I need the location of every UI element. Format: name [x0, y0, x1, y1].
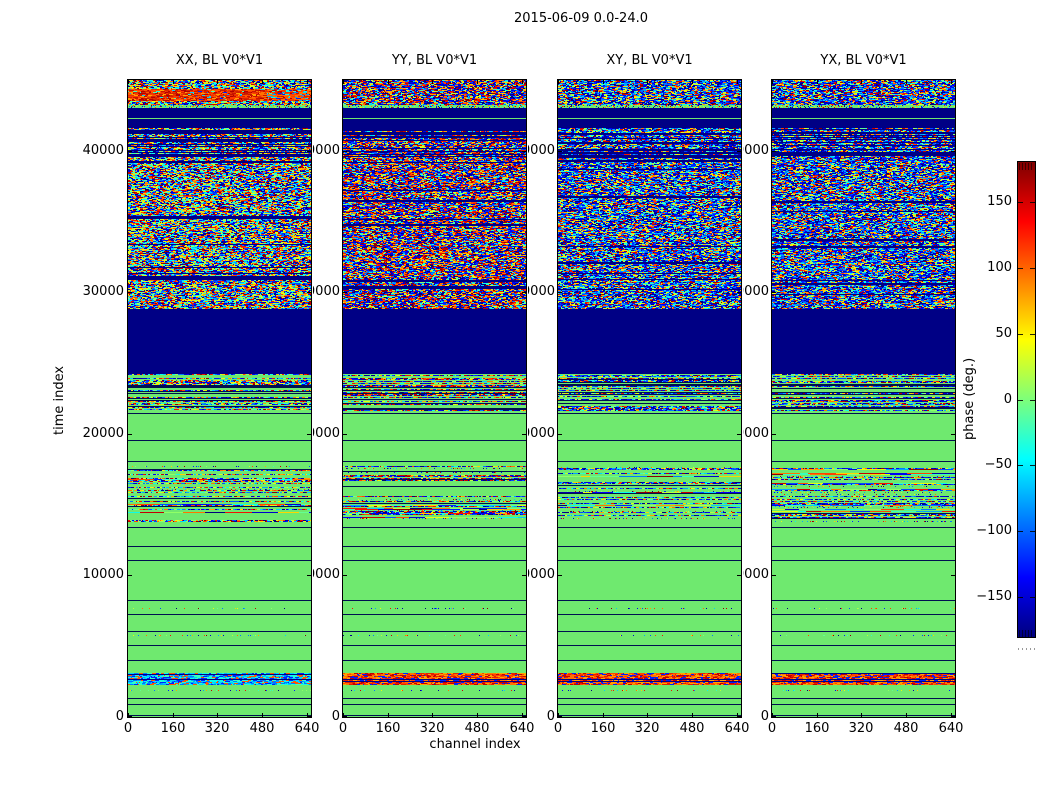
y-tick-label: 10000: [313, 567, 340, 583]
y-tick-label: 0: [760, 709, 769, 724]
colorbar-tick: [1030, 531, 1035, 532]
y-tick-label: 40000: [528, 142, 555, 158]
colorbar-tick: [1018, 465, 1023, 466]
panel-title: YX, BL V0*V1: [820, 53, 907, 68]
colorbar-tick: [1030, 400, 1035, 401]
y-tick-label: 30000: [313, 284, 340, 300]
heatmap-panel: [342, 79, 527, 718]
figure: 2015-06-09 0.0-24.0 time index channel i…: [0, 0, 1050, 800]
colorbar-tick-label: 100: [987, 260, 1012, 275]
x-tick-label: 480: [249, 721, 275, 736]
x-tick-label: 320: [204, 721, 230, 736]
colorbar-tick-label: 150: [987, 194, 1012, 209]
y-tick-label: 0: [546, 709, 555, 724]
x-tick-label: 320: [419, 721, 445, 736]
x-tick-label: 640: [938, 721, 964, 736]
figure-title: 2015-06-09 0.0-24.0: [514, 11, 648, 26]
y-tick-label: 10000: [743, 567, 769, 583]
x-tick-label: 480: [893, 721, 919, 736]
y-tick-label: 10000: [82, 567, 124, 583]
colorbar-tick-label: −100: [976, 523, 1012, 538]
x-tick-label: 480: [679, 721, 705, 736]
y-tick-label: 30000: [82, 284, 124, 300]
colorbar-tick: [1018, 531, 1023, 532]
y-tick-label: 20000: [743, 425, 769, 441]
colorbar-tick-label: 0: [1003, 392, 1012, 407]
x-tick-label: 160: [375, 721, 401, 736]
y-tick-label: 40000: [313, 142, 340, 158]
colorbar-tick-label: 50: [995, 326, 1012, 341]
colorbar-tick: [1018, 268, 1023, 269]
colorbar-tick: [1018, 202, 1023, 203]
x-tick-label: 480: [464, 721, 490, 736]
panel-title: YY, BL V0*V1: [391, 53, 478, 68]
colorbar-tick: [1018, 334, 1023, 335]
colorbar-end-dots: [1018, 648, 1035, 650]
heatmap-panel: [771, 79, 956, 718]
colorbar-tick: [1018, 597, 1023, 598]
colorbar-tick: [1030, 202, 1035, 203]
heatmap-panel: [127, 79, 312, 718]
colorbar-tick: [1030, 597, 1035, 598]
colorbar-tick-label: −150: [976, 589, 1012, 604]
colorbar-tick: [1018, 400, 1023, 401]
y-tick-label: 40000: [743, 142, 769, 158]
y-tick-label: 20000: [313, 425, 340, 441]
colorbar-tick: [1030, 465, 1035, 466]
x-tick-label: 160: [804, 721, 830, 736]
x-tick-label: 320: [848, 721, 874, 736]
x-axis-label: channel index: [429, 737, 521, 752]
x-tick-label: 160: [590, 721, 616, 736]
y-tick-label: 0: [115, 709, 124, 724]
y-axis-label: time index: [52, 365, 67, 436]
y-tick-label: 10000: [528, 567, 555, 583]
y-tick-label: 30000: [743, 284, 769, 300]
y-tick-label: 40000: [82, 142, 124, 158]
colorbar-tick: [1030, 334, 1035, 335]
panel-title: XX, BL V0*V1: [175, 53, 264, 68]
x-tick-label: 160: [160, 721, 186, 736]
x-tick-label: 320: [634, 721, 660, 736]
y-tick-label: 20000: [82, 425, 124, 441]
panel-title: XY, BL V0*V1: [606, 53, 693, 68]
y-tick-label: 30000: [528, 284, 555, 300]
colorbar-hatch-bottom: [1019, 630, 1034, 637]
y-tick-label: 20000: [528, 425, 555, 441]
y-tick-label: 0: [331, 709, 340, 724]
colorbar-tick-label: −50: [984, 457, 1012, 472]
heatmap-panel: [557, 79, 742, 718]
colorbar-tick: [1030, 268, 1035, 269]
colorbar-hatch-top: [1019, 163, 1034, 170]
